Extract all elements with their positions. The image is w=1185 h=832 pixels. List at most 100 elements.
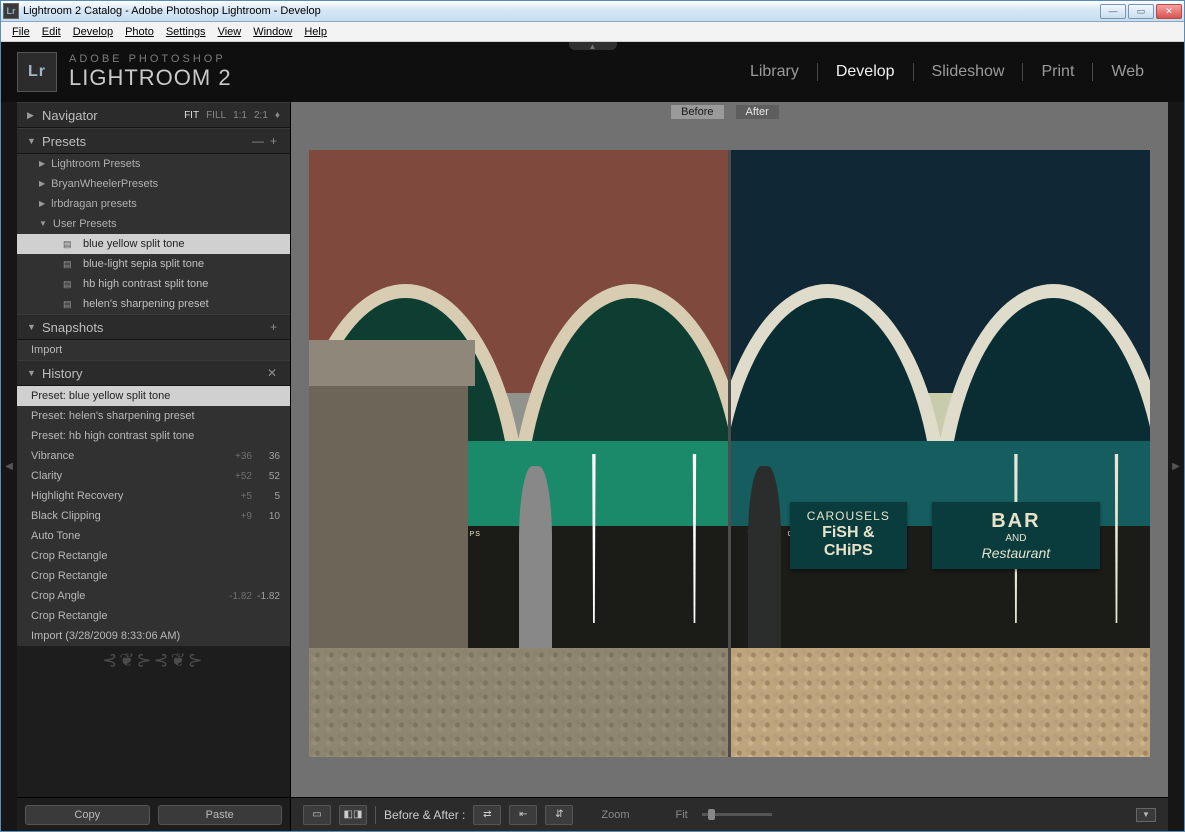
presets-header[interactable]: ▼ Presets — + xyxy=(17,128,290,154)
history-row[interactable]: Import (3/28/2009 8:33:06 AM) xyxy=(17,626,290,646)
preset-item[interactable]: ▤blue-light sepia split tone xyxy=(17,254,290,274)
copy-button[interactable]: Copy xyxy=(25,805,150,825)
menu-settings[interactable]: Settings xyxy=(161,25,211,39)
nav-21[interactable]: 2:1 xyxy=(254,110,268,121)
menu-view[interactable]: View xyxy=(213,25,247,39)
brand-line2: LIGHTROOM 2 xyxy=(69,65,232,91)
presets-title: Presets xyxy=(42,134,86,149)
module-develop[interactable]: Develop xyxy=(818,63,913,81)
zoom-label: Zoom xyxy=(601,809,629,821)
develop-toolbar: ▭ ◧◨ Before & After : ⇄ ⇤ ⇵ Zoom Fit ▼ xyxy=(291,797,1168,831)
chevron-down-icon: ▼ xyxy=(27,368,36,378)
history-header[interactable]: ▼ History ✕ xyxy=(17,360,290,386)
navigator-title: Navigator xyxy=(42,108,98,123)
history-list: Preset: blue yellow split tone Preset: h… xyxy=(17,386,290,646)
history-row[interactable]: Preset: hb high contrast split tone xyxy=(17,426,290,446)
nav-more-icon[interactable]: ♦ xyxy=(275,110,280,121)
plus-icon[interactable]: + xyxy=(267,320,280,334)
toolbar-options-button[interactable]: ▼ xyxy=(1136,808,1156,822)
presets-tree: ▶Lightroom Presets ▶BryanWheelerPresets … xyxy=(17,154,290,314)
chevron-right-icon: ▶ xyxy=(27,110,36,121)
history-row[interactable]: Crop Rectangle xyxy=(17,606,290,626)
preset-folder[interactable]: ▶lrbdragan presets xyxy=(17,194,290,214)
os-menu-bar: File Edit Develop Photo Settings View Wi… xyxy=(1,22,1184,42)
chevron-down-icon: ▼ xyxy=(27,136,36,146)
swap-button[interactable]: ⇄ xyxy=(473,805,501,825)
chevron-down-icon: ▼ xyxy=(27,322,36,332)
history-row[interactable]: Crop Rectangle xyxy=(17,566,290,586)
paste-button[interactable]: Paste xyxy=(158,805,283,825)
before-label: Before xyxy=(671,105,723,119)
window-title-bar: Lr Lightroom 2 Catalog - Adobe Photoshop… xyxy=(1,1,1184,22)
preset-folder-user[interactable]: ▼User Presets xyxy=(17,214,290,234)
right-collapse[interactable]: ▶ xyxy=(1168,102,1184,831)
copy-after-button[interactable]: ⇵ xyxy=(545,805,573,825)
snapshots-list: Import xyxy=(17,340,290,360)
preset-item[interactable]: ▤helen's sharpening preset xyxy=(17,294,290,314)
menu-develop[interactable]: Develop xyxy=(68,25,118,39)
lr-badge: Lr xyxy=(17,52,57,92)
bar-sign: BARANDRestaurant xyxy=(932,502,1100,569)
preset-folder[interactable]: ▶BryanWheelerPresets xyxy=(17,174,290,194)
module-web[interactable]: Web xyxy=(1093,63,1162,81)
loupe-view-button[interactable]: ▭ xyxy=(303,805,331,825)
menu-photo[interactable]: Photo xyxy=(120,25,159,39)
brand-line1: ADOBE PHOTOSHOP xyxy=(69,53,232,65)
history-row[interactable]: Clarity+5252 xyxy=(17,466,290,486)
history-row[interactable]: Preset: blue yellow split tone xyxy=(17,386,290,406)
menu-file[interactable]: File xyxy=(7,25,35,39)
preset-icon: ▤ xyxy=(63,259,77,270)
zoom-slider[interactable] xyxy=(702,813,772,816)
panel-ornament: ⊰❦⊱⊰❦⊱ xyxy=(17,646,290,674)
app-icon: Lr xyxy=(3,3,19,19)
after-image: TEA COFFEE FISH & CHIPS CAROUSELSFiSH &C… xyxy=(731,150,1150,757)
nav-fit[interactable]: FIT xyxy=(184,110,199,121)
left-collapse[interactable]: ◀ xyxy=(1,102,17,831)
after-label: After xyxy=(736,105,779,119)
menu-window[interactable]: Window xyxy=(248,25,297,39)
module-library[interactable]: Library xyxy=(732,63,817,81)
fit-label: Fit xyxy=(676,809,688,821)
history-row[interactable]: Auto Tone xyxy=(17,526,290,546)
clear-history-icon[interactable]: ✕ xyxy=(264,366,280,380)
ba-label: Before & After : xyxy=(384,808,465,822)
top-panel-collapse[interactable]: ▲ xyxy=(569,42,617,50)
identity-plate: Lr ADOBE PHOTOSHOP LIGHTROOM 2 Library D… xyxy=(1,42,1184,102)
snapshots-header[interactable]: ▼ Snapshots + xyxy=(17,314,290,340)
preset-item[interactable]: ▤hb high contrast split tone xyxy=(17,274,290,294)
preset-icon: ▤ xyxy=(63,279,77,290)
window-title: Lightroom 2 Catalog - Adobe Photoshop Li… xyxy=(23,5,1100,17)
before-after-view[interactable]: TEA COFFEE FISH & CHIPS xyxy=(309,150,1150,757)
close-button[interactable]: ✕ xyxy=(1156,4,1182,19)
nav-fill[interactable]: FILL xyxy=(206,110,226,121)
history-title: History xyxy=(42,366,82,381)
maximize-button[interactable]: ▭ xyxy=(1128,4,1154,19)
menu-edit[interactable]: Edit xyxy=(37,25,66,39)
history-row[interactable]: Highlight Recovery+55 xyxy=(17,486,290,506)
history-row[interactable]: Preset: helen's sharpening preset xyxy=(17,406,290,426)
module-print[interactable]: Print xyxy=(1023,63,1092,81)
left-panel: ▶ Navigator FIT FILL 1:1 2:1 ♦ ▼ Presets xyxy=(17,102,291,831)
minimize-button[interactable]: — xyxy=(1100,4,1126,19)
minus-icon[interactable]: — xyxy=(249,134,267,148)
history-row[interactable]: Crop Rectangle xyxy=(17,546,290,566)
history-row[interactable]: Vibrance+3636 xyxy=(17,446,290,466)
preset-icon: ▤ xyxy=(63,299,77,310)
plus-icon[interactable]: + xyxy=(267,134,280,148)
menu-help[interactable]: Help xyxy=(299,25,332,39)
preset-item[interactable]: ▤blue yellow split tone xyxy=(17,234,290,254)
snapshots-title: Snapshots xyxy=(42,320,103,335)
copy-before-button[interactable]: ⇤ xyxy=(509,805,537,825)
before-after-button[interactable]: ◧◨ xyxy=(339,805,367,825)
navigator-header[interactable]: ▶ Navigator FIT FILL 1:1 2:1 ♦ xyxy=(17,102,290,128)
center-area: Before After TEA COFFEE FISH & CHIPS xyxy=(291,102,1168,831)
copy-paste-bar: Copy Paste xyxy=(17,797,290,831)
preset-folder[interactable]: ▶Lightroom Presets xyxy=(17,154,290,174)
module-slideshow[interactable]: Slideshow xyxy=(914,63,1023,81)
snapshot-row[interactable]: Import xyxy=(17,340,290,360)
module-picker: Library Develop Slideshow Print Web xyxy=(732,63,1162,81)
preset-icon: ▤ xyxy=(63,239,77,250)
history-row[interactable]: Crop Angle-1.82-1.82 xyxy=(17,586,290,606)
history-row[interactable]: Black Clipping+910 xyxy=(17,506,290,526)
nav-11[interactable]: 1:1 xyxy=(233,110,247,121)
